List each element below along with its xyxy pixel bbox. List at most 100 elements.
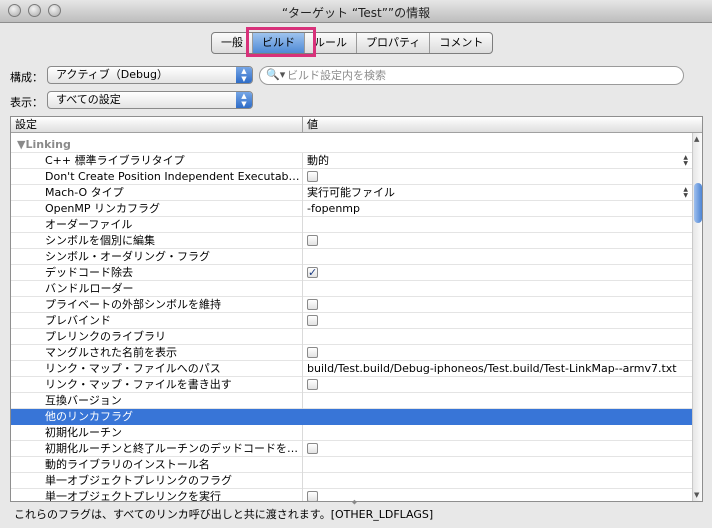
setting-name: シンボルを個別に編集 bbox=[45, 234, 155, 247]
setting-name: C++ 標準ライブラリタイプ bbox=[45, 154, 185, 167]
window-title: “ターゲット “Test””の情報 bbox=[281, 6, 431, 20]
setting-name: デッドコード除去 bbox=[45, 266, 133, 279]
table-row[interactable]: リンク・マップ・ファイルを書き出す bbox=[11, 377, 692, 393]
setting-checkbox[interactable] bbox=[307, 347, 318, 358]
setting-description: これらのフラグは、すべてのリンカ呼び出しと共に渡されます。[OTHER_LDFL… bbox=[14, 508, 434, 521]
setting-name: Don't Create Position Independent Execut… bbox=[45, 170, 300, 183]
setting-checkbox[interactable] bbox=[307, 265, 318, 280]
popup-arrows-icon: ▲ ▼ bbox=[236, 67, 252, 83]
column-divider bbox=[302, 473, 303, 489]
setting-checkbox[interactable] bbox=[307, 379, 318, 390]
setting-name: 初期化ルーチン bbox=[45, 426, 122, 439]
table-row[interactable]: シンボル・オーダリング・フラグ bbox=[11, 249, 692, 265]
table-row[interactable]: オーダーファイル bbox=[11, 217, 692, 233]
search-icon: 🔍▾ bbox=[266, 68, 286, 81]
build-settings-table: 設定 値 ▼Linking C++ 標準ライブラリタイプ 動的 ▲ ▼ Don't Cr… bbox=[10, 116, 703, 502]
column-divider bbox=[302, 297, 303, 313]
table-row[interactable]: バンドルローダー bbox=[11, 281, 692, 297]
table-body: ▼Linking C++ 標準ライブラリタイプ 動的 ▲ ▼ Don't Create … bbox=[11, 133, 692, 501]
column-divider bbox=[302, 281, 303, 297]
column-divider bbox=[302, 457, 303, 473]
setting-value[interactable]: -fopenmp bbox=[307, 201, 691, 216]
setting-value[interactable]: build/Test.build/Debug-iphoneos/Test.bui… bbox=[307, 361, 691, 376]
table-row[interactable]: OpenMP リンカフラグ -fopenmp bbox=[11, 201, 692, 217]
table-row[interactable]: 初期化ルーチン bbox=[11, 425, 692, 441]
table-row[interactable]: リンク・マップ・ファイルへのパス build/Test.build/Debug-i… bbox=[11, 361, 692, 377]
column-divider bbox=[302, 393, 303, 409]
column-divider bbox=[302, 153, 303, 169]
table-row[interactable]: 単一オブジェクトプレリンクのフラグ bbox=[11, 473, 692, 489]
column-divider bbox=[302, 489, 303, 501]
popup-stepper-icon[interactable]: ▲ ▼ bbox=[683, 187, 688, 199]
setting-name: プライベートの外部シンボルを維持 bbox=[45, 298, 221, 311]
scroll-down-icon[interactable]: ▼ bbox=[694, 491, 699, 499]
popup-stepper-icon[interactable]: ▲ ▼ bbox=[683, 155, 688, 167]
config-value: アクティブ（Debug） bbox=[56, 68, 168, 81]
tab-properties[interactable]: プロパティ bbox=[357, 33, 431, 53]
setting-name: 単一オブジェクトプレリンクのフラグ bbox=[45, 474, 232, 487]
setting-name: 初期化ルーチンと終了ルーチンのデッドコードを… bbox=[45, 442, 298, 455]
scrollbar-thumb[interactable] bbox=[694, 183, 702, 223]
tab-comments[interactable]: コメント bbox=[430, 33, 492, 53]
table-row[interactable]: プライベートの外部シンボルを維持 bbox=[11, 297, 692, 313]
setting-name: 動的ライブラリのインストール名 bbox=[45, 458, 210, 471]
table-row[interactable]: 動的ライブラリのインストール名 bbox=[11, 457, 692, 473]
setting-name: 単一オブジェクトプレリンクを実行 bbox=[45, 490, 221, 501]
table-row[interactable]: プレバインド bbox=[11, 313, 692, 329]
setting-name: バンドルローダー bbox=[45, 282, 134, 295]
table-row[interactable]: プレリンクのライブラリ bbox=[11, 329, 692, 345]
column-divider bbox=[302, 169, 303, 185]
config-popup[interactable]: アクティブ（Debug） ▲ ▼ bbox=[47, 66, 253, 84]
column-divider bbox=[302, 345, 303, 361]
show-label: 表示： bbox=[10, 96, 43, 109]
popup-arrows-icon: ▲ ▼ bbox=[236, 92, 252, 108]
build-tab-highlight bbox=[246, 27, 316, 57]
column-divider bbox=[302, 409, 303, 425]
table-header: 設定 値 bbox=[11, 117, 702, 133]
search-input[interactable] bbox=[287, 68, 667, 83]
setting-name: プレバインド bbox=[45, 314, 111, 327]
column-divider bbox=[302, 233, 303, 249]
setting-checkbox[interactable] bbox=[307, 443, 318, 454]
setting-name: オーダーファイル bbox=[45, 218, 133, 231]
setting-checkbox[interactable] bbox=[307, 235, 318, 246]
column-divider bbox=[302, 425, 303, 441]
setting-checkbox[interactable] bbox=[307, 171, 318, 182]
column-divider bbox=[302, 329, 303, 345]
setting-checkbox[interactable] bbox=[307, 315, 318, 326]
column-divider bbox=[302, 313, 303, 329]
table-row[interactable]: Mach-O タイプ 実行可能ファイル ▲ ▼ bbox=[11, 185, 692, 201]
table-row[interactable]: シンボルを個別に編集 bbox=[11, 233, 692, 249]
table-row[interactable]: 他のリンカフラグ bbox=[11, 409, 692, 425]
setting-checkbox[interactable] bbox=[307, 491, 318, 501]
column-divider bbox=[302, 441, 303, 457]
vertical-scrollbar[interactable]: ▲ ▼ bbox=[692, 133, 702, 501]
section-row-linking[interactable]: ▼Linking bbox=[11, 137, 692, 153]
title-bar: “ターゲット “Test””の情報 bbox=[0, 0, 712, 23]
table-row[interactable]: Don't Create Position Independent Execut… bbox=[11, 169, 692, 185]
setting-name: リンク・マップ・ファイルを書き出す bbox=[45, 378, 232, 391]
setting-value[interactable]: 実行可能ファイル bbox=[307, 185, 691, 200]
table-row[interactable]: 初期化ルーチンと終了ルーチンのデッドコードを… bbox=[11, 441, 692, 457]
setting-name: Mach-O タイプ bbox=[45, 186, 124, 199]
table-row[interactable]: C++ 標準ライブラリタイプ 動的 ▲ ▼ bbox=[11, 153, 692, 169]
scroll-up-icon[interactable]: ▲ bbox=[694, 135, 699, 143]
column-divider bbox=[302, 117, 303, 132]
column-header-value[interactable]: 値 bbox=[307, 117, 318, 132]
setting-checkbox[interactable] bbox=[307, 299, 318, 310]
column-divider bbox=[302, 201, 303, 217]
setting-name: シンボル・オーダリング・フラグ bbox=[45, 250, 210, 263]
config-label: 構成： bbox=[10, 71, 43, 84]
setting-name: プレリンクのライブラリ bbox=[45, 330, 166, 343]
setting-name: OpenMP リンカフラグ bbox=[45, 202, 161, 215]
show-popup[interactable]: すべての設定 ▲ ▼ bbox=[47, 91, 253, 109]
column-header-setting[interactable]: 設定 bbox=[15, 117, 37, 132]
table-row[interactable]: マングルされた名前を表示 bbox=[11, 345, 692, 361]
search-field[interactable]: 🔍▾ bbox=[259, 66, 684, 85]
column-divider bbox=[302, 217, 303, 233]
table-row[interactable]: 互換バージョン bbox=[11, 393, 692, 409]
column-divider bbox=[302, 185, 303, 201]
column-divider bbox=[302, 377, 303, 393]
setting-value[interactable]: 動的 bbox=[307, 153, 691, 168]
table-row[interactable]: デッドコード除去 bbox=[11, 265, 692, 281]
